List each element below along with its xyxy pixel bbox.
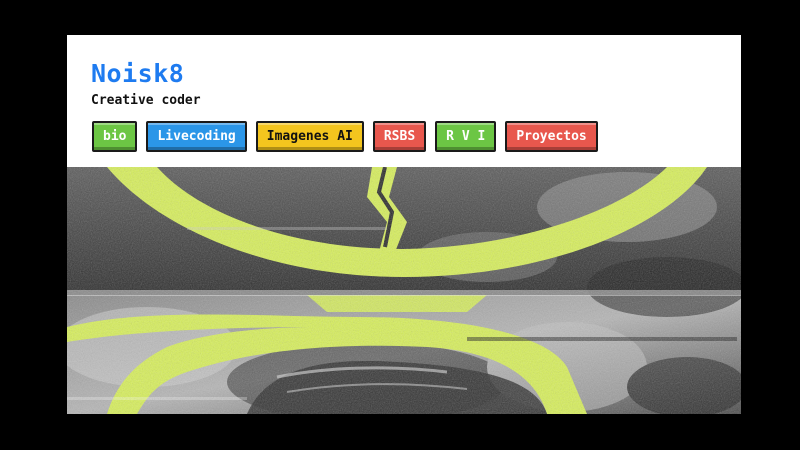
nav-rvi-button[interactable]: R V I	[435, 121, 497, 152]
nav-bio-button[interactable]: bio	[92, 121, 138, 152]
nav-livecoding-button[interactable]: Livecoding	[146, 121, 247, 152]
hero-glitch-image	[67, 167, 741, 414]
site-title[interactable]: Noisk8	[91, 59, 184, 89]
nav-rsbs-button[interactable]: RSBS	[372, 121, 427, 152]
site-header: Noisk8 Creative coder bio Livecoding Ima…	[67, 35, 741, 167]
nav-imagenes-ai-button[interactable]: Imagenes AI	[255, 121, 364, 152]
page-frame: Noisk8 Creative coder bio Livecoding Ima…	[67, 35, 741, 414]
site-tagline: Creative coder	[91, 93, 201, 108]
noise-overlay	[67, 167, 741, 414]
main-nav: bio Livecoding Imagenes AI RSBS R V I Pr…	[92, 121, 598, 152]
glitch-artwork	[67, 167, 741, 414]
nav-proyectos-button[interactable]: Proyectos	[505, 121, 598, 152]
